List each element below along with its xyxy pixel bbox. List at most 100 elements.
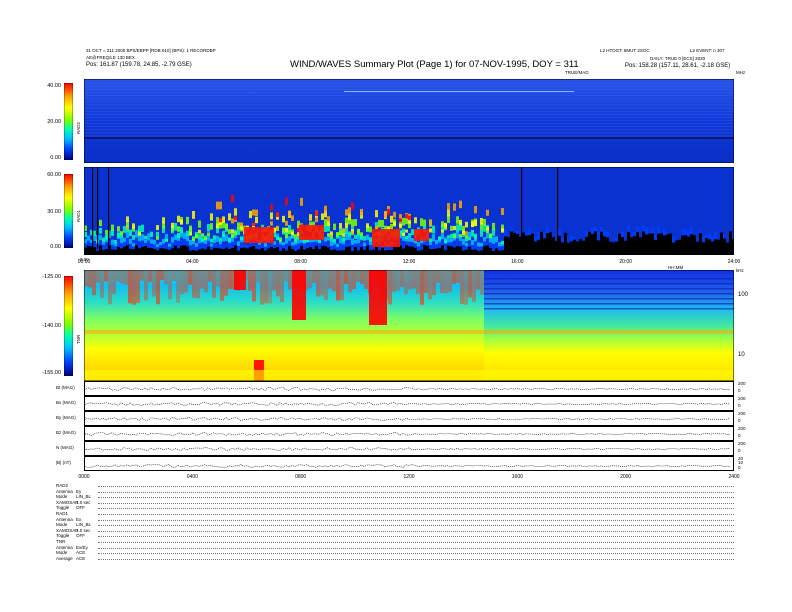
rad1-band [231, 242, 234, 248]
rad1-band [447, 215, 450, 223]
rad1-burst [372, 229, 400, 247]
rad1-band [141, 240, 144, 247]
rad1-band [315, 211, 318, 216]
rad1-band [600, 226, 603, 232]
rad1-band [240, 236, 243, 241]
rad1-band [210, 238, 213, 243]
rad1-band [150, 244, 153, 249]
rad1-ground [378, 250, 381, 255]
rad1-band [408, 237, 411, 242]
tnr-column [408, 270, 412, 290]
tnr-column [280, 270, 284, 303]
rad1-band [672, 236, 675, 243]
rad1-band [444, 222, 447, 229]
rad1-ground [456, 246, 459, 255]
rad1-band [465, 242, 468, 247]
tnr-column [272, 270, 276, 291]
rad1-burst-line [557, 167, 559, 249]
tnr-column [100, 270, 104, 298]
rad1-band [132, 235, 135, 240]
time-tick: 00:00 [77, 259, 91, 265]
header-left-line1: 31 OCT = 311 2000 BPS/EBPP [RDB 010] (BP… [86, 48, 216, 53]
rad1-ground [345, 247, 348, 255]
rad1-band [102, 237, 105, 242]
rad1-ground [402, 248, 405, 255]
rad1-ground [447, 245, 450, 255]
rad1-ground [396, 245, 399, 255]
rad1-band [468, 243, 471, 247]
rad1-band [294, 234, 297, 239]
time-tick: 08:00 [294, 259, 307, 265]
tnr-column [264, 270, 268, 304]
rad1-band [492, 222, 495, 230]
rad1-band [594, 227, 597, 232]
rad1-band [270, 212, 273, 220]
rad1-band [276, 226, 279, 231]
tnr-column [268, 270, 272, 304]
rad1-band [330, 241, 333, 246]
rad1-band [399, 224, 402, 229]
tnr-stripe [484, 308, 734, 310]
rad1-band [450, 237, 453, 243]
rad1-ground [114, 249, 117, 255]
rad1-ground [612, 242, 615, 255]
rad1-band [561, 237, 564, 243]
rad1-band [174, 239, 177, 246]
rad1-band [444, 245, 447, 251]
rad1-band [210, 243, 213, 247]
rad1-band [243, 243, 246, 248]
tnr-column [140, 270, 144, 281]
tnr-column [360, 270, 364, 284]
rad1-band [420, 218, 423, 227]
rad1-band [498, 242, 501, 247]
mag-panel [84, 441, 734, 456]
rad1-band [714, 231, 717, 240]
rad1-band [462, 238, 465, 245]
rad1-band [486, 209, 489, 216]
rad1-ground [498, 250, 501, 255]
rad1-band [378, 219, 381, 228]
rad1-band [93, 235, 96, 242]
rad1-band [219, 217, 222, 223]
param-row [98, 525, 734, 527]
rad1-band [213, 243, 216, 248]
rad1-band [483, 224, 486, 232]
rad2-spectrogram [84, 79, 734, 163]
rad1-band [279, 238, 282, 242]
rad1-ground [570, 241, 573, 255]
time-tick: 24:00 [727, 259, 741, 265]
rad1-ground [564, 232, 567, 255]
rad1-ground [180, 245, 183, 255]
rad1-ground [321, 246, 324, 255]
rad1-ground [369, 250, 372, 255]
rad1-band [252, 209, 255, 216]
rad1-label: RAD1 [76, 209, 81, 222]
rad2-line [84, 95, 734, 96]
rad1-band [216, 201, 219, 210]
rad1-ground [507, 237, 510, 255]
rad1-band [453, 243, 456, 248]
rad1-band [723, 235, 726, 239]
rad1-band [369, 237, 372, 242]
rad1-ground [186, 246, 189, 255]
rad1-band [702, 236, 705, 243]
rad1-band [432, 243, 435, 250]
header-right-line3: DAILY: TRUE 0 [ECS] 2020 [650, 56, 706, 61]
rad1-band [228, 243, 231, 249]
rad1-ground [99, 245, 102, 255]
tnr-column [164, 270, 168, 285]
rad1-ground [342, 250, 345, 255]
rad1-ground [315, 245, 318, 255]
rad1-band [198, 229, 201, 234]
rad2-line [84, 123, 734, 124]
rad1-ground [177, 248, 180, 255]
tnr-column [256, 270, 260, 283]
rad1-band [222, 230, 225, 237]
tnr-band-low [84, 370, 734, 381]
tnr-column [188, 270, 192, 285]
rad1-ground [372, 249, 375, 255]
rad1-band [156, 244, 159, 248]
rad1-band [129, 244, 132, 249]
tnr-column [180, 270, 184, 295]
rad1-band [276, 242, 279, 247]
